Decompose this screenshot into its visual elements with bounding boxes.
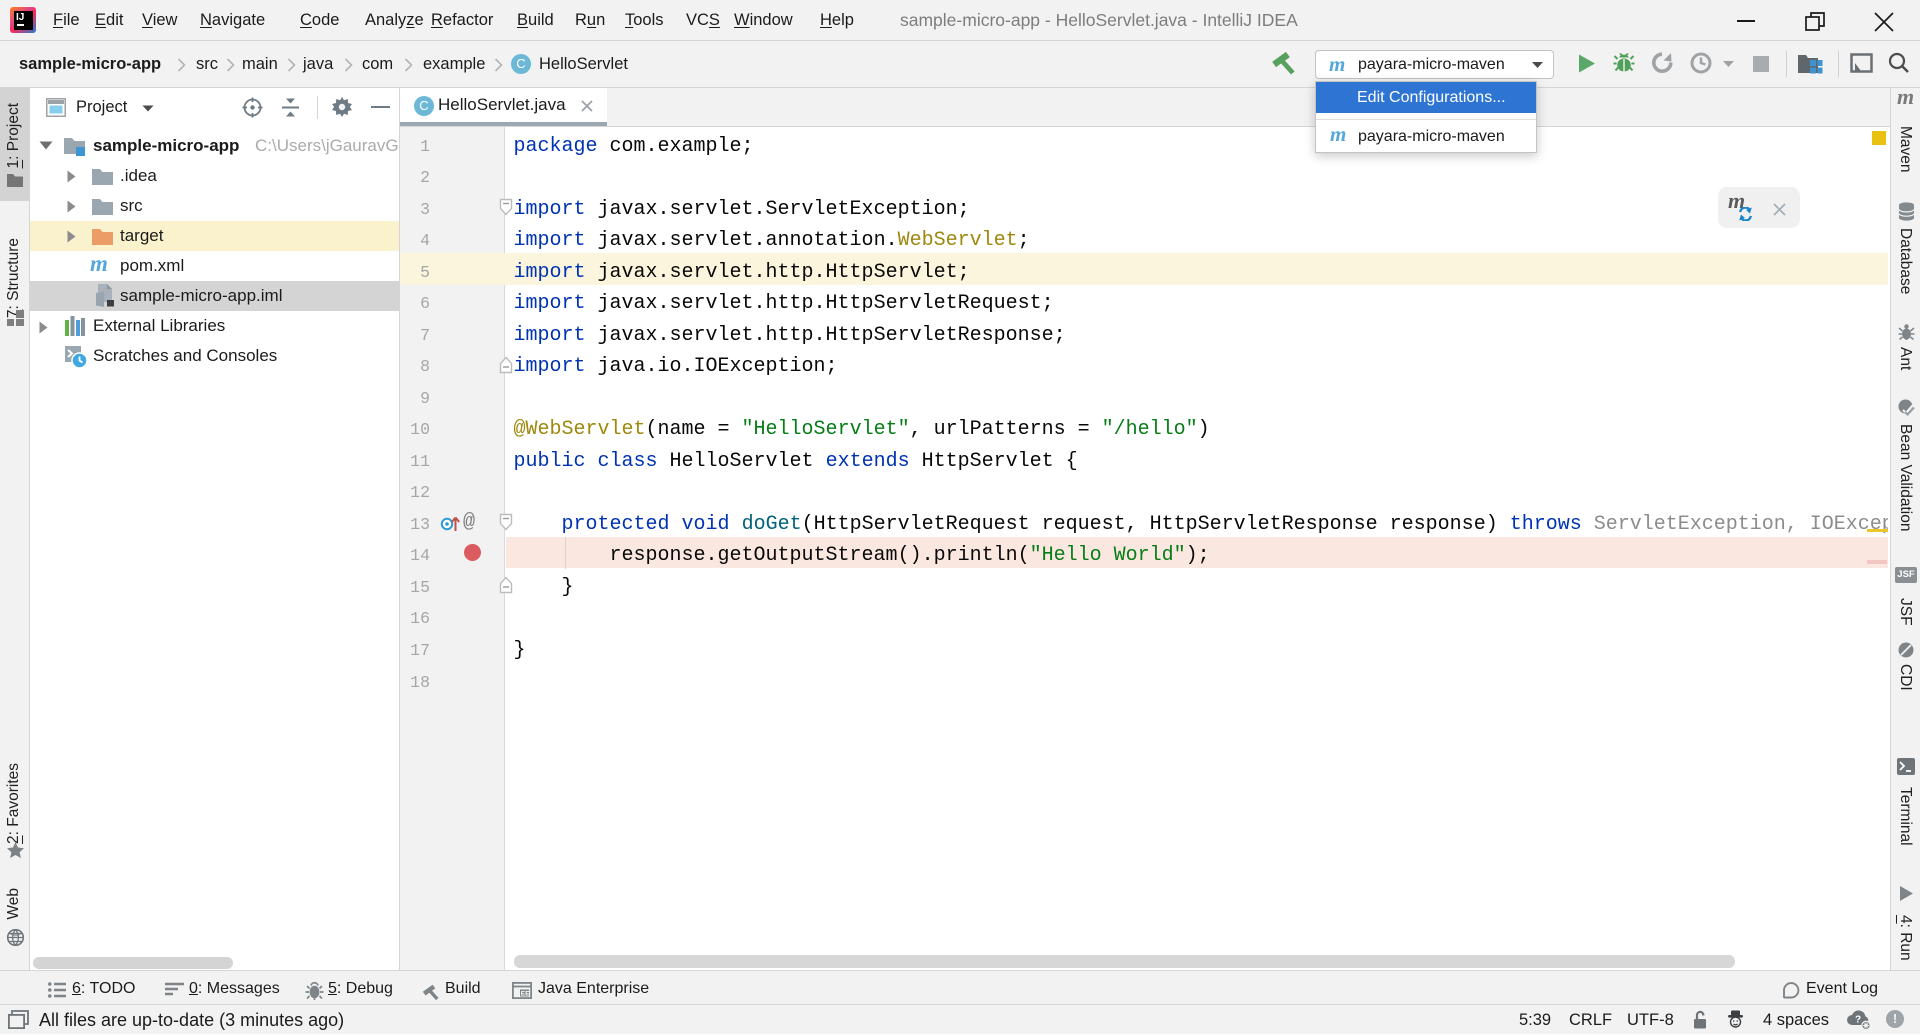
svg-text:?: ? [1855,1015,1861,1026]
svg-text:EE: EE [521,990,530,997]
